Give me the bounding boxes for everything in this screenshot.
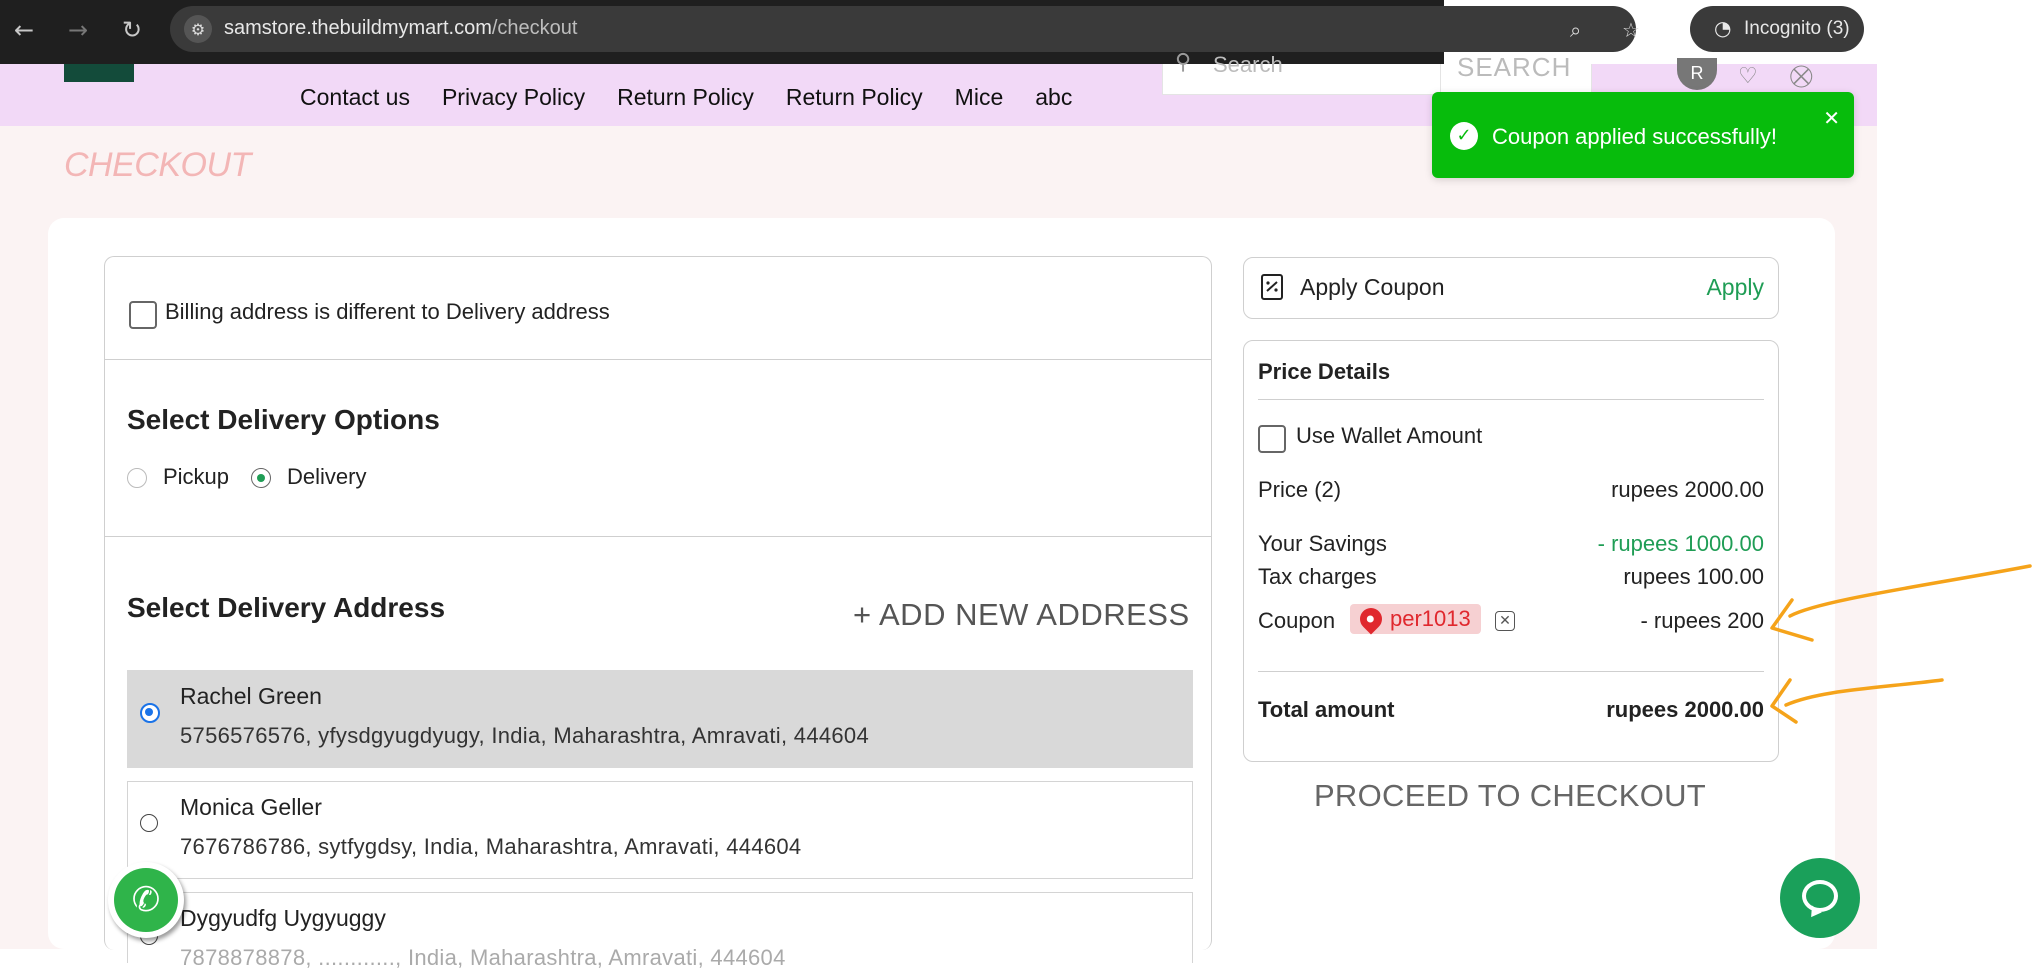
- main-menu: Contact us Privacy Policy Return Policy …: [300, 84, 1072, 111]
- chat-bubble-icon: [1802, 880, 1838, 912]
- menu-item-return-1[interactable]: Return Policy: [617, 84, 754, 111]
- menu-item-return-2[interactable]: Return Policy: [786, 84, 923, 111]
- address-name-1: Rachel Green: [180, 683, 322, 709]
- menu-item-contact[interactable]: Contact us: [300, 84, 410, 111]
- use-wallet-checkbox[interactable]: [1258, 425, 1286, 453]
- address-name-2: Monica Geller: [180, 794, 322, 820]
- success-toast: ✓ Coupon applied successfully! ✕: [1432, 92, 1854, 178]
- search-button[interactable]: SEARCH: [1440, 52, 1592, 95]
- apply-coupon-button[interactable]: Apply: [1706, 274, 1764, 301]
- delivery-address-title: Select Delivery Address: [127, 592, 446, 623]
- page-title: CHECKOUT: [64, 146, 251, 184]
- site-logo[interactable]: [64, 64, 134, 82]
- address-card-2[interactable]: Monica Geller 7676786786, sytfygdsy, Ind…: [127, 781, 1193, 879]
- address-card-1[interactable]: Rachel Green 5756576576, yfysdgyugdyugy,…: [127, 670, 1193, 768]
- total-label: Total amount: [1258, 697, 1395, 722]
- cart-icon[interactable]: ⛒: [1790, 64, 1812, 89]
- savings-value: - rupees 1000.00: [1597, 531, 1764, 556]
- pickup-radio[interactable]: [127, 468, 147, 488]
- delivery-radio[interactable]: [251, 468, 271, 488]
- address-bar[interactable]: ⚙ samstore.thebuildmymart.com/checkout ⌕…: [170, 6, 1640, 52]
- whatsapp-button[interactable]: ✆: [108, 862, 184, 938]
- incognito-icon: ◔: [1714, 16, 1732, 40]
- search-input[interactable]: ⚲ Search: [1162, 50, 1442, 95]
- menu-item-privacy[interactable]: Privacy Policy: [442, 84, 585, 111]
- billing-different-checkbox[interactable]: [129, 301, 157, 329]
- site-settings-icon[interactable]: ⚙: [184, 15, 212, 43]
- incognito-label: Incognito (3): [1744, 18, 1850, 39]
- address-radio-2[interactable]: [140, 814, 158, 832]
- coupon-label: Coupon: [1258, 608, 1336, 633]
- checkout-left-panel: Billing address is different to Delivery…: [104, 256, 1212, 970]
- delivery-label: Delivery: [287, 464, 367, 489]
- apply-coupon-title: Apply Coupon: [1300, 274, 1445, 300]
- remove-coupon-icon[interactable]: ✕: [1495, 611, 1515, 631]
- proceed-to-checkout-button[interactable]: PROCEED TO CHECKOUT: [1243, 778, 1777, 814]
- menu-item-mice[interactable]: Mice: [955, 84, 1004, 111]
- wishlist-heart-icon[interactable]: ♡: [1738, 64, 1758, 89]
- toast-message: Coupon applied successfully!: [1492, 124, 1777, 149]
- price-details-box: Price Details Use Wallet Amount Price (2…: [1243, 340, 1779, 762]
- coupon-code-badge: per1013: [1350, 603, 1481, 635]
- savings-label: Your Savings: [1258, 531, 1387, 556]
- avatar[interactable]: R: [1677, 58, 1717, 90]
- address-card-3[interactable]: Dygyudfg Uygyuggy 7878878878, ..........…: [127, 892, 1193, 970]
- billing-different-label: Billing address is different to Delivery…: [165, 299, 610, 324]
- check-circle-icon: ✓: [1450, 122, 1478, 150]
- pickup-label: Pickup: [163, 464, 230, 489]
- close-icon[interactable]: ✕: [1823, 106, 1840, 130]
- divider: [1258, 399, 1764, 400]
- forward-icon[interactable]: →: [62, 14, 94, 46]
- zoom-icon[interactable]: ⌕: [1570, 18, 1581, 42]
- apply-coupon-box[interactable]: Apply Coupon Apply: [1243, 257, 1779, 319]
- billing-row: Billing address is different to Delivery…: [105, 257, 1211, 360]
- incognito-badge[interactable]: ◔ Incognito (3): [1690, 6, 1864, 52]
- address-line-2: 7676786786, sytfygdsy, India, Maharashtr…: [180, 834, 802, 859]
- reload-icon[interactable]: ↻: [116, 14, 148, 46]
- address-radio-1[interactable]: [140, 703, 160, 723]
- add-new-address-button[interactable]: + ADD NEW ADDRESS: [853, 597, 1190, 633]
- coupon-tag-icon: [1355, 603, 1387, 635]
- search-icon: ⚲: [1175, 50, 1192, 75]
- delivery-options-title: Select Delivery Options: [127, 404, 440, 435]
- bookmark-star-icon[interactable]: ☆: [1622, 18, 1640, 42]
- price-value: rupees 2000.00: [1611, 477, 1764, 502]
- use-wallet-label: Use Wallet Amount: [1296, 423, 1483, 448]
- chat-button[interactable]: [1780, 858, 1860, 938]
- coupon-value: - rupees 200: [1640, 608, 1764, 633]
- address-line-1: 5756576576, yfysdgyugdyugy, India, Mahar…: [180, 723, 870, 748]
- whatsapp-icon: ✆: [114, 868, 178, 932]
- menu-item-abc[interactable]: abc: [1035, 84, 1072, 111]
- price-details-title: Price Details: [1258, 359, 1391, 384]
- tax-label: Tax charges: [1258, 564, 1377, 589]
- url-text: samstore.thebuildmymart.com/checkout: [224, 17, 578, 39]
- coupon-ticket-icon: [1260, 273, 1284, 301]
- price-label: Price (2): [1258, 477, 1342, 502]
- total-value: rupees 2000.00: [1606, 697, 1764, 722]
- tax-value: rupees 100.00: [1623, 564, 1764, 589]
- coupon-code: per1013: [1390, 606, 1471, 631]
- delivery-options-section: Select Delivery Options Pickup Delivery: [105, 360, 1211, 537]
- divider: [1258, 671, 1764, 672]
- back-icon[interactable]: ←: [8, 14, 40, 46]
- search-placeholder: Search: [1213, 52, 1283, 77]
- address-name-3: Dygyudfg Uygyuggy: [180, 905, 386, 931]
